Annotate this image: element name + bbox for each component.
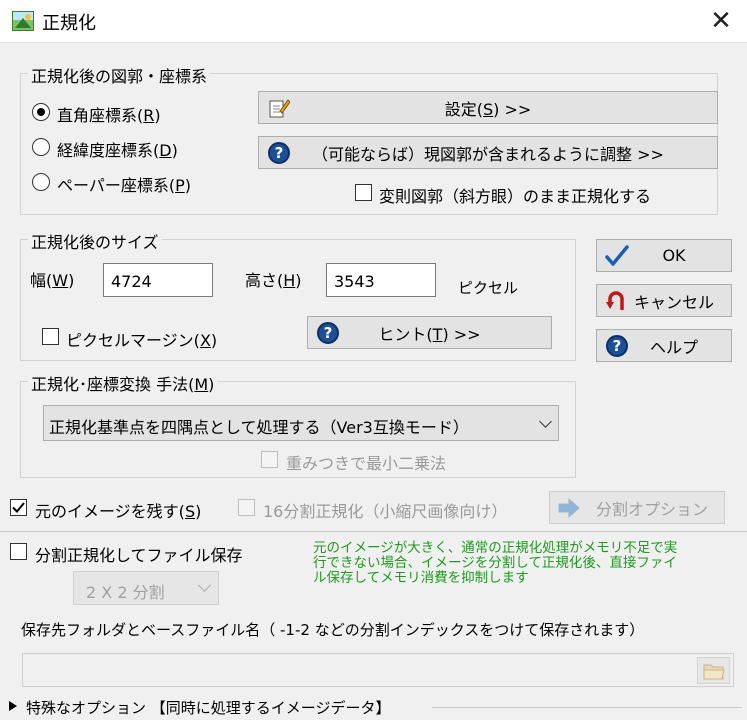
ok-button[interactable]: OK <box>596 239 732 272</box>
split16-checkbox[interactable] <box>238 499 255 516</box>
settings-button[interactable]: 設定(S) >> <box>258 91 718 124</box>
split-count-value: 2 X 2 分割 <box>86 583 165 602</box>
chevron-down-icon <box>539 415 552 428</box>
map-app-icon <box>12 11 34 31</box>
keep-image-checkbox[interactable] <box>10 499 27 516</box>
radio-latlon[interactable] <box>32 138 50 156</box>
split-count-select[interactable]: 2 X 2 分割 <box>73 571 219 605</box>
arrow-right-icon <box>558 498 580 518</box>
window-title: 正規化 <box>42 13 96 34</box>
cancel-button[interactable]: キャンセル <box>596 284 732 317</box>
split-option-button[interactable]: 分割オプション <box>549 491 725 524</box>
separator <box>0 531 747 532</box>
height-input[interactable]: 3543 <box>326 263 436 297</box>
width-input[interactable]: 4724 <box>103 263 213 297</box>
save-folder-input[interactable] <box>22 653 734 687</box>
pixel-margin-label[interactable]: ピクセルマージン(X) <box>66 327 217 351</box>
close-icon[interactable]: ✕ <box>706 7 736 37</box>
size-legend: 正規化後のサイズ <box>28 229 162 253</box>
height-label: 高さ(H) <box>245 271 302 290</box>
least-squares-checkbox[interactable] <box>261 451 278 468</box>
method-select[interactable]: 正規化基準点を四隅点として処理する（Ver3互換モード） <box>43 405 559 441</box>
coord-system-legend: 正規化後の図郭・座標系 <box>28 63 211 87</box>
folder-icon <box>703 664 725 680</box>
least-squares-label[interactable]: 重みつきで最小二乗法 <box>286 450 446 474</box>
irregular-grid-checkbox[interactable] <box>355 184 372 201</box>
radio-latlon-label[interactable]: 経緯度座標系(D) <box>57 137 178 161</box>
browse-folder-button[interactable] <box>697 657 730 684</box>
radio-paper-label[interactable]: ペーパー座標系(P) <box>57 172 191 196</box>
pixel-margin-checkbox[interactable] <box>42 328 59 345</box>
method-legend: 正規化･座標変換 手法(M) <box>28 371 218 395</box>
save-folder-label: 保存先フォルダとベースファイル名（ -1-2 などの分割インデックスをつけて保存… <box>21 621 645 639</box>
title-bar: 正規化 ✕ <box>0 0 747 43</box>
radio-rectangular[interactable] <box>32 103 50 121</box>
irregular-grid-label[interactable]: 変則図郭（斜方眼）のまま正規化する <box>379 183 651 207</box>
width-label: 幅(W) <box>30 271 75 290</box>
special-options-label[interactable]: 特殊なオプション 【同時に処理するイメージデータ】 <box>26 697 390 718</box>
expand-arrow-icon[interactable] <box>9 701 17 711</box>
method-select-value: 正規化基準点を四隅点として処理する（Ver3互換モード） <box>49 418 469 437</box>
separator <box>432 707 742 708</box>
split16-label[interactable]: 16分割正規化（小縮尺画像向け） <box>263 498 507 522</box>
adjust-extent-button[interactable]: ? （可能ならば）現図郭が含まれるように調整 >> <box>258 136 718 169</box>
hint-button[interactable]: ? ヒント(T) >> <box>307 316 552 349</box>
split-save-label[interactable]: 分割正規化してファイル保存 <box>35 542 243 566</box>
chevron-down-icon <box>198 579 211 592</box>
split-save-checkbox[interactable] <box>10 543 27 560</box>
help-button[interactable]: ? ヘルプ <box>596 329 732 362</box>
radio-rectangular-label[interactable]: 直角座標系(R) <box>57 102 161 126</box>
pixel-unit-label: ピクセル <box>458 279 519 297</box>
keep-image-label[interactable]: 元のイメージを残す(S) <box>35 498 201 522</box>
check-icon <box>12 502 25 513</box>
split-note-text: 元のイメージが大きく、通常の正規化処理がメモリ不足で実 行できない場合、イメージ… <box>313 540 678 586</box>
radio-paper[interactable] <box>32 173 50 191</box>
